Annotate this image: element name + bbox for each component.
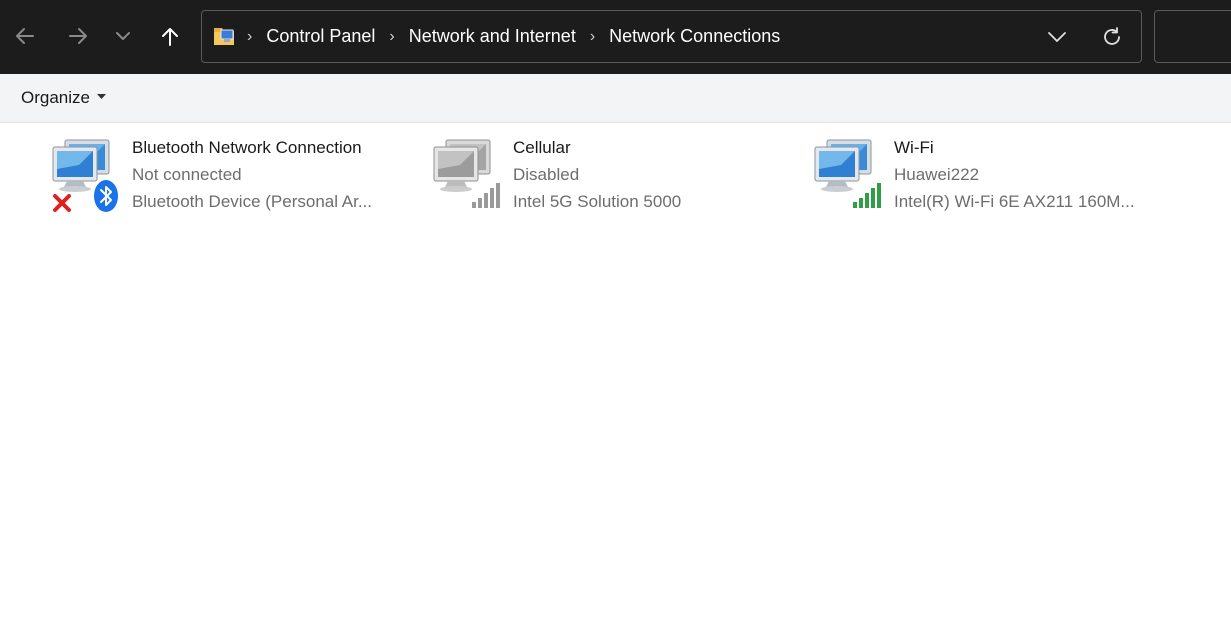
- address-history-button[interactable]: [1044, 25, 1070, 49]
- address-bar[interactable]: › Control Panel › Network and Internet ›…: [201, 10, 1142, 63]
- breadcrumb-network-connections[interactable]: Network Connections: [609, 26, 780, 47]
- connection-text: Bluetooth Network Connection Not connect…: [132, 138, 392, 219]
- chevron-down-icon: [1048, 32, 1066, 42]
- connection-status: Huawei222: [894, 165, 980, 184]
- wifi-network-icon: [813, 138, 887, 216]
- cellular-network-icon: [432, 138, 506, 216]
- breadcrumb-control-panel[interactable]: Control Panel: [266, 26, 375, 47]
- connection-item-wifi[interactable]: Wi-Fi Huawei222 Intel(R) Wi-Fi 6E AX211 …: [813, 134, 1153, 224]
- title-bar: › Control Panel › Network and Internet ›…: [0, 0, 1231, 74]
- chevron-right-icon[interactable]: ›: [590, 28, 595, 46]
- organize-button[interactable]: Organize: [21, 88, 106, 108]
- chevron-right-icon: ›: [247, 27, 253, 45]
- connection-item-cellular[interactable]: Cellular Disabled Intel 5G Solution 5000: [432, 134, 772, 224]
- connection-text: Cellular Disabled Intel 5G Solution 5000: [513, 138, 773, 219]
- connection-device: Intel 5G Solution 5000: [513, 192, 682, 211]
- recent-locations-button[interactable]: [105, 18, 141, 54]
- command-bar: Organize: [0, 74, 1231, 123]
- forward-arrow-icon: [69, 28, 87, 44]
- refresh-icon: [1104, 27, 1120, 45]
- breadcrumb-network-and-internet[interactable]: Network and Internet: [409, 26, 576, 47]
- bluetooth-network-icon: [51, 138, 125, 216]
- connection-name: Wi-Fi: [894, 138, 934, 157]
- breadcrumb: › Control Panel › Network and Internet ›…: [247, 11, 794, 62]
- control-panel-folder-icon: [212, 24, 238, 53]
- chevron-right-icon[interactable]: ›: [389, 28, 394, 46]
- connection-item-bluetooth[interactable]: Bluetooth Network Connection Not connect…: [51, 134, 391, 224]
- connection-text: Wi-Fi Huawei222 Intel(R) Wi-Fi 6E AX211 …: [894, 138, 1154, 219]
- connection-status: Not connected: [132, 165, 242, 184]
- back-arrow-icon: [16, 28, 34, 44]
- forward-button[interactable]: [60, 18, 96, 54]
- search-box[interactable]: [1154, 10, 1231, 63]
- caret-down-icon: [96, 93, 106, 99]
- up-arrow-icon: [162, 28, 178, 46]
- connection-name: Cellular: [513, 138, 571, 157]
- connection-device: Intel(R) Wi-Fi 6E AX211 160M...: [894, 192, 1135, 211]
- organize-label: Organize: [21, 88, 90, 107]
- refresh-button[interactable]: [1099, 24, 1125, 50]
- up-button[interactable]: [152, 18, 188, 54]
- connection-name: Bluetooth Network Connection: [132, 138, 362, 157]
- back-button[interactable]: [7, 18, 43, 54]
- connection-status: Disabled: [513, 165, 580, 184]
- chevron-down-icon: [116, 32, 130, 40]
- connection-device: Bluetooth Device (Personal Ar...: [132, 192, 373, 211]
